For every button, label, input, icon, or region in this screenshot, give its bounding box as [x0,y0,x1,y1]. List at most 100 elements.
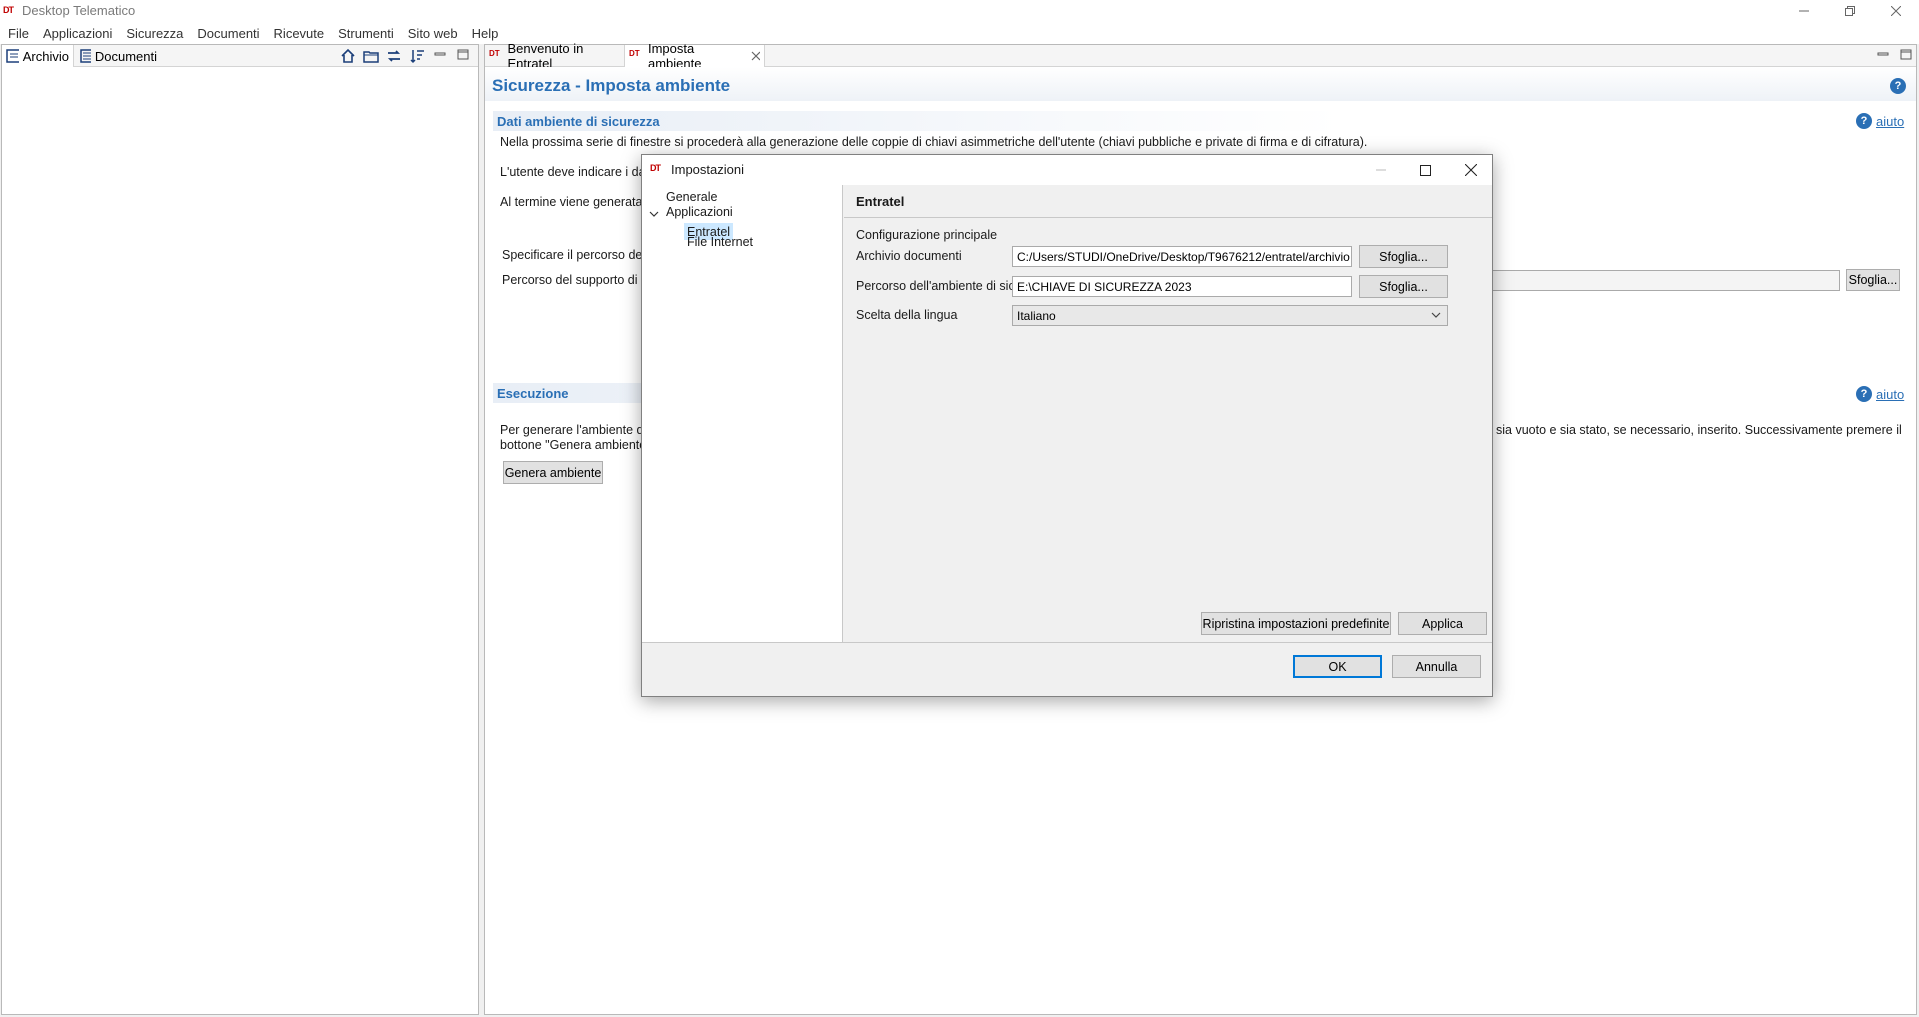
separator [844,217,1492,218]
menu-strumenti[interactable]: Strumenti [338,26,394,41]
menu-help[interactable]: Help [472,26,499,41]
menu-applicazioni[interactable]: Applicazioni [43,26,112,41]
browse-support-button[interactable]: Sfoglia... [1846,269,1900,291]
help-icon[interactable]: ? [1890,78,1906,94]
left-view: Archivio Documenti [1,44,479,1015]
dialog-maximize-button[interactable] [1403,155,1448,185]
folder-icon [363,51,379,63]
tab-documenti-label: Documenti [94,48,157,64]
home-icon [341,48,355,63]
archivio-label: Archivio documenti [856,249,962,263]
minimize-icon [1375,169,1386,171]
archive-icon [6,49,19,63]
maximize-icon [457,49,469,60]
lingua-select-value: Italiano [1017,308,1056,323]
tree-item-file-internet[interactable]: File Internet [687,235,753,249]
percorso-browse-button[interactable]: Sfoglia... [1359,275,1448,298]
instruction-text: L'utente deve indicare i dat [500,165,650,179]
minimize-icon [1799,10,1809,12]
menu-file[interactable]: File [8,26,29,41]
dialog-title: Impostazioni [671,162,744,177]
apply-button[interactable]: Applica [1398,612,1487,635]
lingua-select[interactable]: Italiano [1012,305,1448,326]
home-button[interactable] [340,48,358,64]
form-header: Sicurezza - Imposta ambiente ? [485,67,1916,101]
result-text: Al termine viene generata l [500,195,649,209]
settings-page: Entratel Configurazione principale Archi… [844,185,1492,642]
maximize-icon [1420,164,1431,176]
dialog-minimize-button[interactable] [1358,155,1403,185]
document-list-icon [80,49,91,63]
window-restore-button[interactable] [1827,0,1873,22]
close-tab-icon[interactable] [751,51,760,61]
open-folder-button[interactable] [363,48,381,64]
sort-button[interactable] [409,48,427,64]
group-label: Configurazione principale [856,228,998,242]
section-dati-ambiente: Dati ambiente di sicurezza [493,111,1908,131]
dialog-button-bar: OK Annulla [642,642,1492,696]
cancel-button[interactable]: Annulla [1392,655,1481,678]
editor-maximize-button[interactable] [1899,48,1913,62]
menu-sito-web[interactable]: Sito web [408,26,458,41]
aiuto-link[interactable]: aiuto [1876,114,1904,129]
help-icon[interactable]: ? [1856,113,1872,129]
help-icon[interactable]: ? [1856,386,1872,402]
ok-button[interactable]: OK [1293,655,1382,678]
entratel-icon: DT [489,49,500,58]
support-path-label: Percorso del supporto di si [502,273,650,287]
intro-text: Nella prossima serie di finestre si proc… [500,135,1368,149]
execution-text-1: Per generare l'ambiente di [500,423,647,437]
view-maximize-button[interactable] [456,48,474,64]
percorso-ambiente-field[interactable]: E:\CHIAVE DI SICUREZZA 2023 [1012,276,1352,297]
window-title: Desktop Telematico [22,3,136,18]
sync-button[interactable] [386,48,404,64]
menu-documenti[interactable]: Documenti [197,26,259,41]
minimize-icon [1877,52,1889,56]
section-title: Dati ambiente di sicurezza [497,114,660,129]
archivio-browse-button[interactable]: Sfoglia... [1359,245,1448,268]
window-close-button[interactable] [1873,0,1919,22]
restore-icon [1845,6,1855,16]
tab-benvenuto[interactable]: DT Benvenuto in Entratel [485,41,625,71]
entratel-icon: DT [629,49,640,58]
close-icon [1891,6,1901,16]
tab-archivio-label: Archivio [22,48,69,64]
genera-ambiente-button[interactable]: Genera ambiente [503,461,603,484]
support-path-field[interactable] [1485,270,1840,291]
tree-item-applicazioni[interactable]: Applicazioni [666,205,733,219]
tree-item-generale[interactable]: Generale [666,190,717,204]
archivio-documenti-field[interactable]: C:/Users/STUDI/OneDrive/Desktop/T9676212… [1012,246,1352,267]
execution-text-right: sia vuoto e sia stato, se necessario, in… [1496,423,1902,437]
tab-imposta-ambiente[interactable]: DT Imposta ambiente [625,41,765,71]
settings-dialog: DT Impostazioni Generale Applicazioni En… [641,154,1493,697]
settings-tree: Generale Applicazioni Entratel File Inte… [642,185,843,642]
close-icon [1464,164,1477,176]
tab-documenti[interactable]: Documenti [75,45,161,67]
left-view-tabbar: Archivio Documenti [2,45,478,67]
chevron-down-icon[interactable] [649,209,659,219]
path-label: Specificare il percorso del s [502,248,655,262]
execution-text-2: bottone "Genera ambiente [500,438,647,452]
settings-page-title: Entratel [856,194,905,209]
dialog-title-bar: DT Impostazioni [642,155,1492,185]
sort-icon [410,50,424,64]
restore-defaults-button[interactable]: Ripristina impostazioni predefinite [1201,612,1391,635]
title-bar: DT Desktop Telematico [0,0,1919,22]
dialog-close-button[interactable] [1448,155,1493,185]
maximize-icon [1900,49,1912,60]
page-title: Sicurezza - Imposta ambiente [492,76,731,95]
minimize-icon [434,52,446,56]
view-minimize-button[interactable] [433,48,451,64]
lingua-label: Scelta della lingua [856,308,958,322]
dialog-logo-icon: DT [650,163,661,173]
chevron-down-icon [1431,312,1441,318]
menu-ricevute[interactable]: Ricevute [274,26,325,41]
menu-bar: File Applicazioni Sicurezza Documenti Ri… [0,22,1919,44]
menu-sicurezza[interactable]: Sicurezza [126,26,183,41]
section-title: Esecuzione [497,386,569,401]
editor-minimize-button[interactable] [1876,48,1890,62]
tab-archivio[interactable]: Archivio [2,45,74,67]
editor-tabbar: DT Benvenuto in Entratel DT Imposta ambi… [485,41,1916,71]
aiuto-link[interactable]: aiuto [1876,387,1904,402]
window-minimize-button[interactable] [1781,0,1827,22]
